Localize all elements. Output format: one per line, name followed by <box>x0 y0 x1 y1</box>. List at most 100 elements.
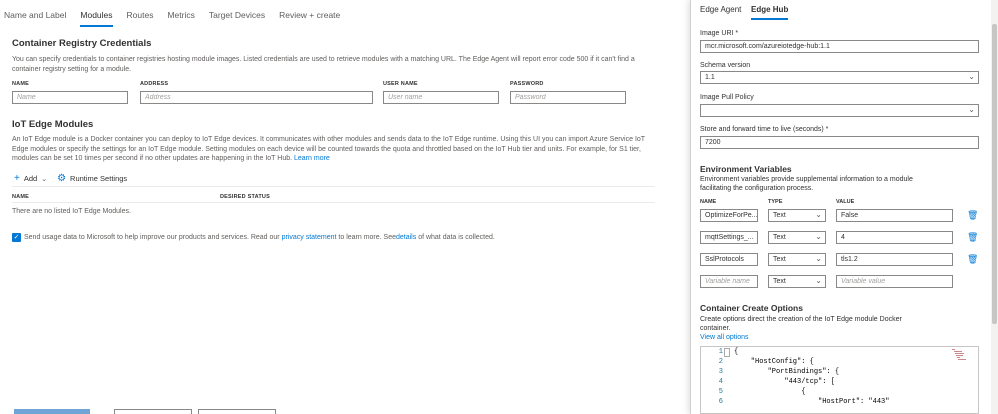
env-col-type: TYPE <box>768 199 783 205</box>
code-line: "PortBindings": { <box>734 368 840 376</box>
primary-action-button[interactable] <box>14 409 90 414</box>
env-vars-description: Environment variables provide supplement… <box>700 176 913 192</box>
privacy-statement-link[interactable]: privacy statement <box>282 234 337 241</box>
chevron-down-icon: ⌄ <box>968 105 975 114</box>
view-all-options-link[interactable]: View all options <box>700 334 749 341</box>
schema-version-dropdown[interactable]: 1.1 ⌄ <box>700 71 979 84</box>
code-line: { <box>734 388 806 396</box>
image-pull-policy-label: Image Pull Policy <box>700 94 754 101</box>
new-env-value-input[interactable]: Variable value <box>836 275 953 288</box>
view-all-options-link-wrap: View all options <box>700 333 749 342</box>
new-env-type-dropdown[interactable]: Text ⌄ <box>768 275 826 288</box>
delete-icon[interactable]: 🗑 <box>967 232 978 242</box>
code-line: "443/tcp": [ <box>734 378 835 386</box>
image-uri-label: Image URI * <box>700 30 739 37</box>
main-content: Name and Label Modules Routes Metrics Ta… <box>0 0 690 414</box>
line-number: 4 <box>718 378 723 386</box>
code-line: "HostConfig": { <box>734 358 814 366</box>
telemetry-text: to learn more. See <box>338 234 396 241</box>
divider <box>12 186 655 187</box>
env-type-value: Text <box>773 256 786 263</box>
col-header-module-name: NAME <box>12 194 29 200</box>
editor-minimap[interactable] <box>952 349 966 369</box>
env-type-value: Text <box>773 278 786 285</box>
env-type-dropdown[interactable]: Text ⌄ <box>768 209 826 222</box>
code-line: "HostPort": "443" <box>734 398 890 406</box>
env-name-input[interactable]: OptimizeForPe... <box>700 209 758 222</box>
telemetry-text: of what data is collected. <box>418 234 495 241</box>
tab-metrics[interactable]: Metrics <box>167 10 194 27</box>
tab-target-devices[interactable]: Target Devices <box>209 10 265 27</box>
registry-address-input[interactable] <box>140 91 373 104</box>
tab-edge-hub[interactable]: Edge Hub <box>751 5 789 20</box>
line-number: 5 <box>718 388 723 396</box>
registry-name-input[interactable] <box>12 91 128 104</box>
schema-version-label: Schema version <box>700 62 751 69</box>
col-header-name: NAME <box>12 81 29 87</box>
telemetry-label: Send usage data to Microsoft to help imp… <box>24 234 495 241</box>
env-value-input[interactable]: 4 <box>836 231 953 244</box>
line-number: 1 <box>718 348 723 356</box>
registry-description: You can specify credentials to container… <box>12 56 635 73</box>
env-col-name: NAME <box>700 199 717 205</box>
secondary-action-button[interactable] <box>198 409 276 414</box>
telemetry-checkbox[interactable]: ✓ <box>12 233 21 242</box>
delete-icon[interactable]: 🗑 <box>967 210 978 220</box>
col-header-password: PASSWORD <box>510 81 544 87</box>
env-type-dropdown[interactable]: Text ⌄ <box>768 253 826 266</box>
tab-modules[interactable]: Modules <box>80 10 113 27</box>
line-number: 6 <box>718 398 723 406</box>
chevron-down-icon: ⌄ <box>968 72 975 81</box>
ttl-label: Store and forward time to live (seconds)… <box>700 126 829 133</box>
chevron-down-icon: ⌄ <box>815 254 822 263</box>
env-type-value: Text <box>773 234 786 241</box>
add-button[interactable]: Add <box>24 174 37 183</box>
scrollbar-thumb[interactable] <box>992 24 997 324</box>
env-name-input[interactable]: SslProtocols <box>700 253 758 266</box>
env-type-dropdown[interactable]: Text ⌄ <box>768 231 826 244</box>
modules-description: An IoT Edge module is a Docker container… <box>12 135 657 164</box>
tab-edge-agent[interactable]: Edge Agent <box>700 5 741 18</box>
modules-command-bar: + Add ⌄ ⚙ Runtime Settings <box>14 173 127 184</box>
add-icon: + <box>14 173 20 184</box>
divider <box>12 202 655 203</box>
runtime-settings-button[interactable]: Runtime Settings <box>70 174 127 183</box>
secondary-action-button[interactable] <box>114 409 192 414</box>
line-number: 2 <box>718 358 723 366</box>
create-options-editor[interactable]: 1 { 2 "HostConfig": { 3 "PortBindings": … <box>700 346 979 414</box>
chevron-down-icon[interactable]: ⌄ <box>41 175 47 183</box>
new-env-name-input[interactable]: Variable name <box>700 275 758 288</box>
image-pull-policy-dropdown[interactable]: ⌄ <box>700 104 979 117</box>
tab-name-and-label[interactable]: Name and Label <box>4 10 66 27</box>
registry-username-input[interactable] <box>383 91 499 104</box>
details-link[interactable]: details <box>396 234 416 241</box>
col-header-user-name: USER NAME <box>383 81 418 87</box>
modules-title: IoT Edge Modules <box>12 119 94 130</box>
code-line: { <box>734 348 739 356</box>
env-value-input[interactable]: tls1.2 <box>836 253 953 266</box>
chevron-down-icon: ⌄ <box>815 276 822 285</box>
col-header-address: ADDRESS <box>140 81 169 87</box>
tab-review-create[interactable]: Review + create <box>279 10 340 27</box>
editor-cursor <box>724 348 730 357</box>
chevron-down-icon: ⌄ <box>815 210 822 219</box>
chevron-down-icon: ⌄ <box>815 232 822 241</box>
container-create-options-description: Create options direct the creation of th… <box>700 316 902 332</box>
telemetry-text: Send usage data to Microsoft to help imp… <box>24 234 280 241</box>
registry-password-input[interactable] <box>510 91 626 104</box>
registry-title: Container Registry Credentials <box>12 38 152 49</box>
col-header-desired-status: DESIRED STATUS <box>220 194 270 200</box>
learn-more-link[interactable]: Learn more <box>294 155 330 162</box>
tab-routes[interactable]: Routes <box>127 10 154 27</box>
wizard-tabs: Name and Label Modules Routes Metrics Ta… <box>4 10 354 27</box>
env-name-input[interactable]: mqttSettings_... <box>700 231 758 244</box>
gear-icon: ⚙ <box>57 173 67 184</box>
image-uri-input[interactable]: mcr.microsoft.com/azureiotedge-hub:1.1 <box>700 40 979 53</box>
delete-icon[interactable]: 🗑 <box>967 254 978 264</box>
env-type-value: Text <box>773 212 786 219</box>
env-value-input[interactable]: False <box>836 209 953 222</box>
env-col-value: VALUE <box>836 199 855 205</box>
container-create-options-title: Container Create Options <box>700 303 803 313</box>
ttl-input[interactable]: 7200 <box>700 136 979 149</box>
env-vars-title: Environment Variables <box>700 164 792 174</box>
